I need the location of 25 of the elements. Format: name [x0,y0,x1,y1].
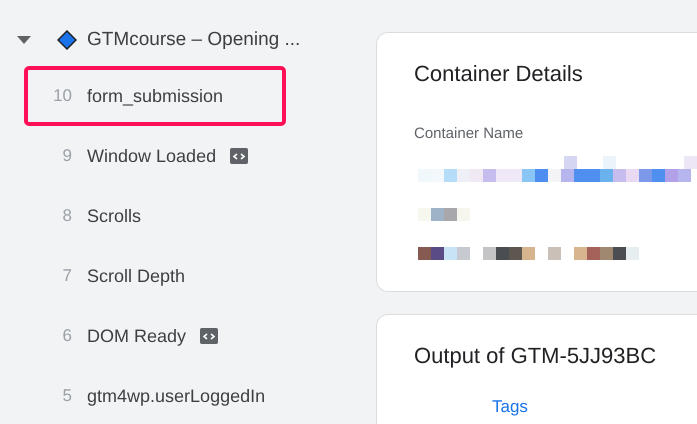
event-number: 8 [62,206,72,226]
event-label: form_submission [87,86,224,106]
event-label: Scrolls [87,206,142,226]
event-item[interactable]: 6 DOM Ready [24,306,286,366]
event-number: 9 [62,146,72,166]
event-label: Window Loaded [87,146,216,166]
event-item[interactable]: 9 Window Loaded [24,126,286,186]
diamond-icon [57,30,77,50]
event-item[interactable]: 10 form_submission [24,66,286,126]
event-item[interactable]: 7 Scroll Depth [24,246,286,306]
event-label: DOM Ready [87,326,186,346]
card-title: Container Details [414,61,584,87]
card-title: Output of GTM-5JJ93BC [414,343,658,369]
event-number: 7 [62,266,72,286]
tags-tab[interactable]: Tags [492,397,528,417]
event-number: 6 [62,326,72,346]
field-label: Container Name [414,125,524,142]
event-number: 10 [52,86,72,106]
event-number: 5 [62,386,72,406]
event-item[interactable]: 8 Scrolls [24,186,286,246]
event-label: Scroll Depth [87,266,186,286]
caret-icon[interactable] [17,36,31,44]
event-item[interactable]: 5 gtm4wp.userLoggedIn [24,366,286,424]
event-label: gtm4wp.userLoggedIn [87,386,266,406]
container-title[interactable]: GTMcourse – Opening ... [87,29,300,51]
